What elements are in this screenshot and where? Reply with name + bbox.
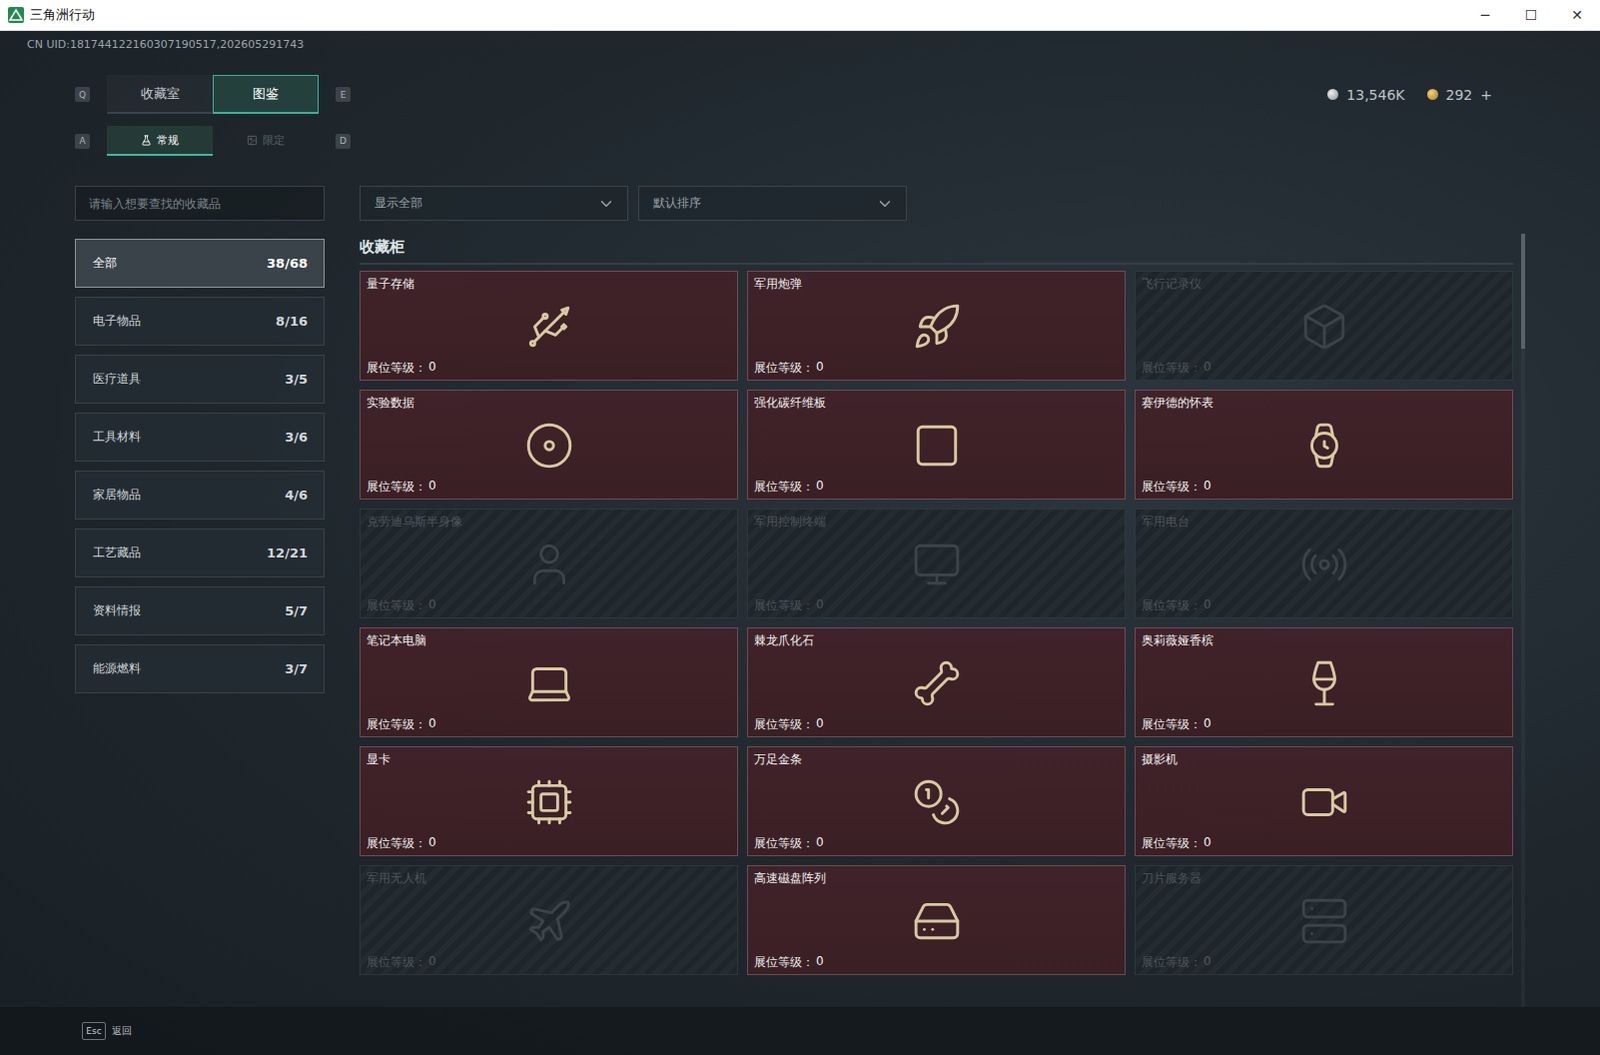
sidebar-item[interactable]: 电子物品8/16 — [74, 296, 325, 346]
window-control[interactable]: ─ — [1462, 6, 1509, 23]
subtab-icon — [140, 134, 152, 146]
item-card[interactable]: 军用炮弹展位等级：0 — [747, 270, 1126, 381]
back-button[interactable]: 返回 — [111, 1023, 132, 1038]
window-control[interactable]: ☐ — [1508, 6, 1555, 23]
scrollbar-thumb[interactable] — [1521, 233, 1526, 349]
app-window: 三角洲行动─☐✕CN UID:181744122160307190517,202… — [0, 0, 1600, 1055]
item-card[interactable]: 克劳迪乌斯半身像展位等级：0 — [359, 508, 739, 619]
gold-coin-icon — [1427, 88, 1439, 100]
item-icon — [1299, 420, 1350, 471]
tab[interactable]: 图鉴 — [212, 74, 319, 114]
currency: 13,546K 292 + — [1327, 86, 1493, 103]
title-bar: 三角洲行动─☐✕ — [0, 0, 1600, 31]
filter-dropdown[interactable]: 默认排序 — [638, 185, 907, 221]
filter-dropdown[interactable]: 显示全部 — [359, 185, 629, 221]
key-hint: E — [335, 86, 351, 102]
item-card[interactable]: 军用电台展位等级：0 — [1134, 508, 1514, 619]
subtab[interactable]: 限定 — [212, 125, 319, 156]
item-icon — [911, 301, 962, 352]
section-title: 收藏柜 — [359, 233, 1514, 265]
footer: Esc 返回 — [0, 1006, 1600, 1055]
uid-label: CN UID:181744122160307190517,20260529174… — [0, 30, 1600, 51]
item-icon — [1299, 658, 1350, 709]
item-card[interactable]: 实验数据展位等级：0 — [359, 389, 739, 500]
item-card[interactable]: 奥莉薇娅香槟展位等级：0 — [1134, 627, 1514, 738]
item-card[interactable]: 摄影机展位等级：0 — [1134, 746, 1514, 856]
item-card[interactable]: 笔记本电脑展位等级：0 — [359, 627, 739, 738]
chevron-down-icon — [875, 194, 894, 213]
item-icon — [1299, 777, 1350, 827]
key-hint: D — [335, 133, 351, 149]
item-icon — [524, 539, 575, 590]
window-title: 三角洲行动 — [29, 5, 1463, 24]
scrollbar[interactable] — [1521, 233, 1526, 1007]
item-icon — [524, 301, 575, 352]
tab[interactable]: 收藏室 — [106, 74, 213, 114]
silver-amount: 13,546K — [1346, 86, 1405, 103]
item-grid: 量子存储展位等级：0军用炮弹展位等级：0飞行记录仪展位等级：0 实验数据展位等级：… — [359, 270, 1514, 975]
tab-bar: Q 收藏室图鉴 E — [74, 74, 351, 114]
item-card[interactable]: 高速磁盘阵列展位等级：0 — [747, 864, 1126, 975]
item-icon — [1299, 539, 1350, 590]
item-icon — [911, 420, 962, 471]
subtab-icon — [246, 134, 258, 146]
item-card[interactable]: 显卡展位等级：0 — [359, 746, 739, 856]
item-icon — [911, 777, 962, 827]
key-hint: Esc — [81, 1021, 106, 1040]
search-field[interactable] — [74, 185, 325, 221]
item-icon — [524, 777, 575, 827]
content: 显示全部默认排序收藏柜量子存储展位等级：0军用炮弹展位等级：0飞行记录仪展位等级… — [359, 185, 1529, 1007]
game-area: CN UID:181744122160307190517,20260529174… — [0, 30, 1600, 1055]
item-card[interactable]: 棘龙爪化石展位等级：0 — [747, 627, 1126, 738]
window-control[interactable]: ✕ — [1554, 6, 1600, 23]
sidebar-item[interactable]: 家居物品4/6 — [74, 470, 325, 520]
subtab[interactable]: 常规 — [106, 125, 213, 156]
item-icon — [1299, 895, 1350, 946]
sidebar-item[interactable]: 全部38/68 — [74, 238, 325, 288]
item-icon — [524, 420, 575, 471]
item-icon — [524, 895, 575, 946]
item-icon — [524, 658, 575, 709]
item-icon — [1299, 301, 1350, 352]
item-card[interactable]: 军用无人机展位等级：0 — [359, 864, 739, 975]
game-logo-icon — [7, 6, 24, 23]
item-icon — [911, 539, 962, 590]
add-button[interactable]: + — [1480, 86, 1493, 103]
chevron-down-icon — [597, 194, 616, 213]
item-card[interactable]: 飞行记录仪展位等级：0 — [1134, 270, 1514, 381]
sidebar-item[interactable]: 工艺藏品12/21 — [74, 528, 325, 578]
item-card[interactable]: 量子存储展位等级：0 — [359, 270, 739, 381]
item-icon — [911, 658, 962, 709]
sidebar-item[interactable]: 工具材料3/6 — [74, 412, 325, 462]
key-hint: Q — [74, 86, 90, 102]
sidebar-item[interactable]: 资料情报5/7 — [74, 586, 325, 636]
main: 全部38/68 电子物品8/16 医疗道具3/5 工具材料3/6 家居物品4/6 工艺藏品… — [0, 185, 1600, 1007]
silver-coin-icon — [1327, 88, 1339, 100]
item-card[interactable]: 赛伊德的怀表展位等级：0 — [1134, 389, 1514, 500]
subtab-bar: A 常规限定 D — [0, 125, 1600, 156]
item-card[interactable]: 强化碳纤维板展位等级：0 — [747, 389, 1126, 500]
gold-amount: 292 — [1446, 86, 1474, 103]
sidebar-item[interactable]: 医疗道具3/5 — [74, 354, 325, 404]
item-card[interactable]: 万足金条展位等级：0 — [747, 746, 1126, 856]
item-card[interactable]: 军用控制终端展位等级：0 — [747, 508, 1126, 619]
header: CN UID:181744122160307190517,20260529174… — [0, 30, 1600, 186]
item-card[interactable]: 刀片服务器展位等级：0 — [1134, 864, 1514, 975]
sidebar: 全部38/68 电子物品8/16 医疗道具3/5 工具材料3/6 家居物品4/6 工艺藏品… — [74, 185, 325, 1007]
item-icon — [911, 895, 962, 946]
key-hint: A — [74, 133, 90, 149]
sidebar-item[interactable]: 能源燃料3/7 — [74, 644, 325, 694]
